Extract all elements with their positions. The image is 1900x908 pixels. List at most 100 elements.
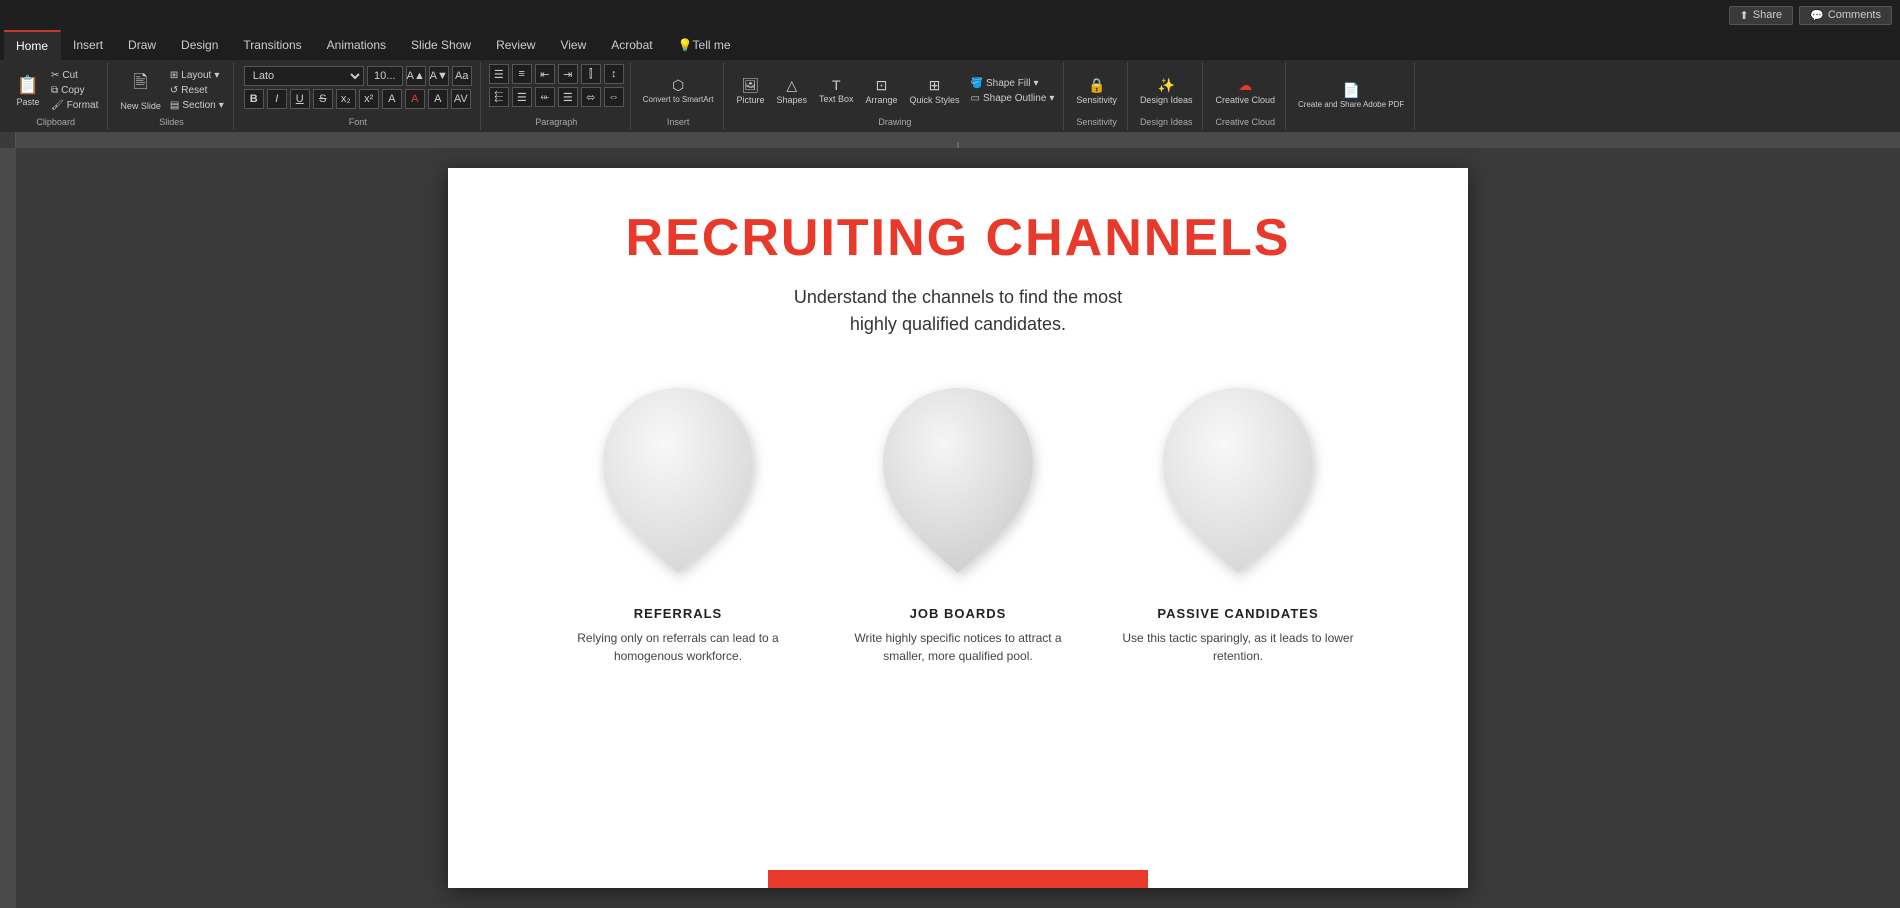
slide-title: RECRUITING CHANNELS: [626, 208, 1291, 268]
canvas-area[interactable]: RECRUITING CHANNELS Understand the chann…: [16, 148, 1900, 908]
layout-button[interactable]: ⊞ Layout ▾: [167, 69, 227, 82]
ruler-vertical: [0, 148, 16, 908]
tab-acrobat[interactable]: Acrobat: [599, 30, 665, 60]
line-spacing-button[interactable]: ↕: [604, 64, 624, 84]
tab-home[interactable]: Home: [4, 30, 61, 60]
creative-cloud-group: ☁ Creative Cloud Creative Cloud: [1205, 62, 1286, 130]
section-dropdown-icon: ▾: [219, 100, 224, 111]
creative-cloud-icon: ☁: [1238, 77, 1252, 94]
card-job-boards: JOB BOARDS Write highly specific notices…: [838, 378, 1078, 665]
smart-align-button[interactable]: ⇔: [604, 87, 624, 107]
font-color-button[interactable]: A: [405, 89, 425, 109]
tab-insert[interactable]: Insert: [61, 30, 116, 60]
smartart-icon: ⬡: [672, 77, 684, 94]
shape-outline-icon: ▭: [971, 93, 980, 104]
shapes-button[interactable]: △ Shapes: [772, 75, 811, 107]
picture-button[interactable]: 🖼 Picture: [732, 75, 768, 107]
tab-slideshow[interactable]: Slide Show: [399, 30, 484, 60]
bullets-button[interactable]: ☰: [489, 64, 509, 84]
creative-cloud-button[interactable]: ☁ Creative Cloud: [1211, 75, 1279, 107]
text-direction-button[interactable]: ⬄: [581, 87, 601, 107]
text-shadow-button[interactable]: A: [382, 89, 402, 109]
pin-shape-job-boards: [868, 378, 1048, 598]
pin-shape-passive: [1148, 378, 1328, 598]
superscript-button[interactable]: x²: [359, 89, 379, 109]
font-group: Lato A▲ A▼ Aa B I U S x₂ x² A A A: [236, 62, 481, 130]
font-clear-button[interactable]: Aa: [452, 66, 472, 86]
arrange-icon: ⊡: [876, 77, 888, 94]
format-paint-button[interactable]: 🖌 Format: [48, 99, 101, 112]
cut-button[interactable]: ✂ Cut: [48, 69, 101, 82]
shape-fill-icon: 🪣: [971, 78, 983, 89]
share-button[interactable]: ⬆ Share: [1729, 6, 1794, 25]
justify-button[interactable]: ☰: [558, 87, 578, 107]
quick-styles-button[interactable]: ⊞ Quick Styles: [906, 75, 964, 107]
layout-dropdown-icon: ▾: [214, 70, 219, 81]
convert-smartart-button[interactable]: ⬡ Convert to SmartArt: [639, 75, 718, 106]
font-family-select[interactable]: Lato: [244, 66, 364, 86]
layout-icon: ⊞: [170, 70, 178, 81]
sensitivity-button[interactable]: 🔒 Sensitivity: [1072, 75, 1121, 107]
copy-button[interactable]: ⧉ Copy: [48, 84, 101, 97]
card-passive-candidates: PASSIVE CANDIDATES Use this tactic spari…: [1118, 378, 1358, 665]
new-slide-icon: 🖹: [133, 70, 147, 100]
font-decrease-button[interactable]: A▼: [429, 66, 449, 86]
font-size-input[interactable]: [367, 66, 403, 86]
shape-outline-dropdown-icon: ▾: [1049, 93, 1054, 104]
bold-button[interactable]: B: [244, 89, 264, 109]
shape-fill-button[interactable]: 🪣 Shape Fill ▾: [968, 77, 1058, 90]
tab-design[interactable]: Design: [169, 30, 231, 60]
paste-icon: 📋: [17, 75, 39, 96]
strikethrough-button[interactable]: S: [313, 89, 333, 109]
shape-outline-button[interactable]: ▭ Shape Outline ▾: [968, 92, 1058, 105]
design-ideas-group: ✨ Design Ideas Design Ideas: [1130, 62, 1204, 130]
create-share-pdf-button[interactable]: 📄 Create and Share Adobe PDF: [1294, 80, 1408, 111]
subscript-button[interactable]: x₂: [336, 89, 356, 109]
italic-button[interactable]: I: [267, 89, 287, 109]
align-left-button[interactable]: ⬱: [489, 87, 509, 107]
card-job-boards-desc: Write highly specific notices to attract…: [838, 629, 1078, 665]
card-referrals-desc: Relying only on referrals can lead to a …: [558, 629, 798, 665]
design-ideas-button[interactable]: ✨ Design Ideas: [1136, 75, 1197, 107]
comments-button[interactable]: 💬 Comments: [1799, 6, 1892, 25]
font-increase-button[interactable]: A▲: [406, 66, 426, 86]
design-ideas-icon: ✨: [1157, 77, 1174, 94]
columns-button[interactable]: ⫿: [581, 64, 601, 84]
paste-button[interactable]: 📋 Paste: [10, 73, 46, 109]
new-slide-button[interactable]: 🖹 New Slide: [116, 68, 165, 113]
reset-button[interactable]: ↺ Reset: [167, 84, 227, 97]
section-button[interactable]: ▤ Section ▾: [167, 99, 227, 112]
shapes-icon: △: [786, 77, 797, 94]
slide-subtitle: Understand the channels to find the most…: [794, 284, 1122, 338]
align-center-button[interactable]: ☰: [512, 87, 532, 107]
adobe-pdf-icon: 📄: [1342, 82, 1359, 99]
title-bar: ⬆ Share 💬 Comments: [0, 0, 1900, 30]
align-right-button[interactable]: ⬰: [535, 87, 555, 107]
lightbulb-icon: 💡: [678, 38, 693, 52]
cards-row: REFERRALS Relying only on referrals can …: [508, 378, 1408, 665]
adobe-pdf-group: 📄 Create and Share Adobe PDF: [1288, 62, 1415, 130]
work-area: RECRUITING CHANNELS Understand the chann…: [0, 148, 1900, 908]
sensitivity-icon: 🔒: [1088, 77, 1105, 94]
card-passive-title: PASSIVE CANDIDATES: [1157, 606, 1318, 621]
tab-animations[interactable]: Animations: [315, 30, 399, 60]
tab-view[interactable]: View: [548, 30, 599, 60]
indent-decrease-button[interactable]: ⇤: [535, 64, 555, 84]
indent-increase-button[interactable]: ⇥: [558, 64, 578, 84]
text-box-button[interactable]: T Text Box: [815, 75, 858, 106]
highlight-button[interactable]: A: [428, 89, 448, 109]
card-referrals: REFERRALS Relying only on referrals can …: [558, 378, 798, 665]
tab-tellme[interactable]: 💡 Tell me: [666, 30, 744, 60]
clipboard-group: 📋 Paste ✂ Cut ⧉ Copy 🖌 Format Clipboard: [4, 62, 108, 130]
numbering-button[interactable]: ≡: [512, 64, 532, 84]
tab-review[interactable]: Review: [484, 30, 548, 60]
shape-fill-dropdown-icon: ▾: [1033, 78, 1038, 89]
tab-transitions[interactable]: Transitions: [231, 30, 314, 60]
char-spacing-button[interactable]: AV: [451, 89, 471, 109]
tab-draw[interactable]: Draw: [116, 30, 169, 60]
slide-footer-bar: [768, 870, 1148, 888]
share-icon: ⬆: [1740, 9, 1749, 22]
pin-shape-referrals: [588, 378, 768, 598]
arrange-button[interactable]: ⊡ Arrange: [862, 75, 902, 107]
underline-button[interactable]: U: [290, 89, 310, 109]
